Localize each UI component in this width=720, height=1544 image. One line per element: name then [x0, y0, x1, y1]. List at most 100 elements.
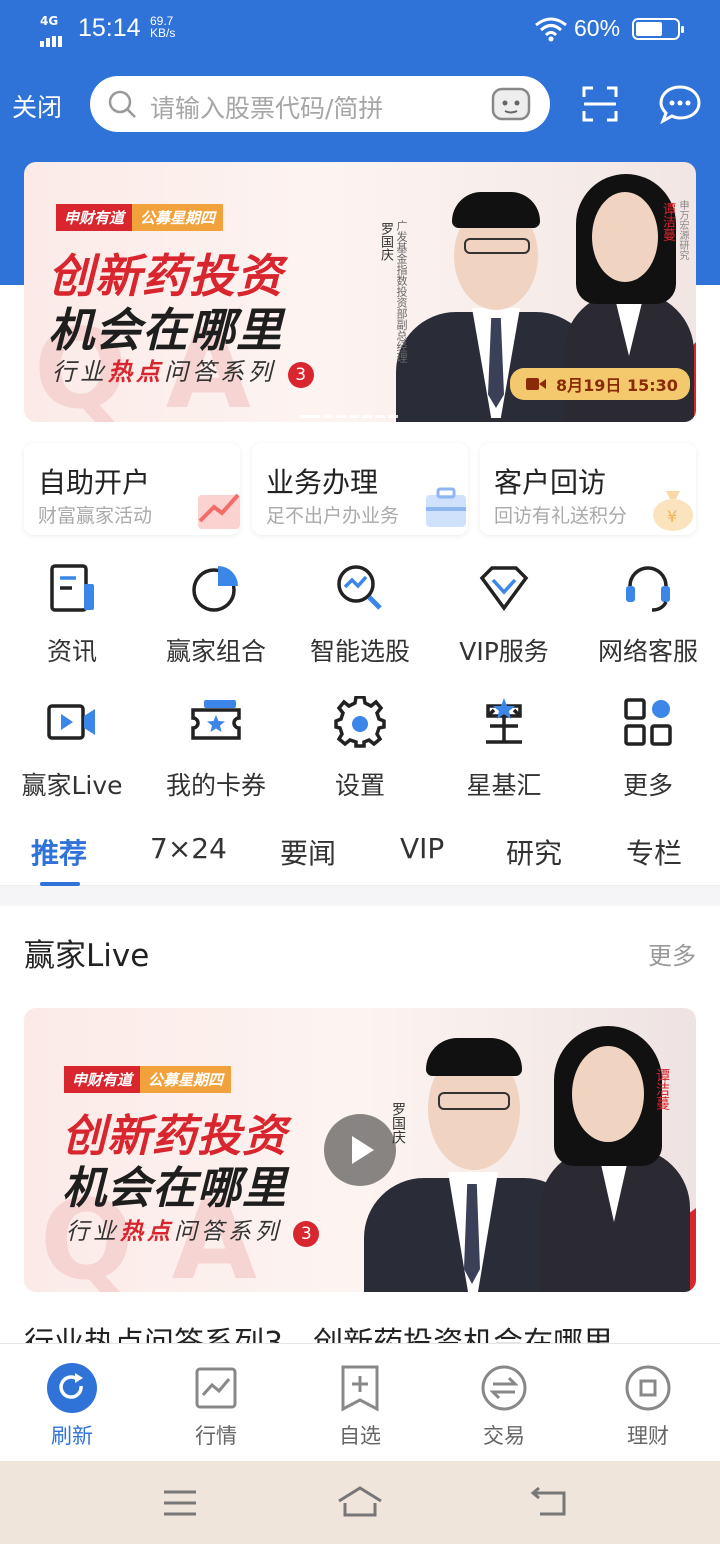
feature-pie-chart[interactable]: 赢家组合: [144, 562, 288, 682]
feature-label: 赢家组合: [165, 637, 266, 666]
feature-label: 赢家Live: [21, 771, 123, 800]
tab-research[interactable]: 研究: [506, 832, 562, 872]
nav-label: 交易: [483, 1424, 525, 1448]
refresh-icon: [47, 1363, 97, 1413]
banner-tag-2: 公募星期四: [132, 204, 224, 231]
feature-vip-diamond[interactable]: VIP服务: [432, 562, 576, 682]
gear-icon: [334, 695, 386, 748]
more-grid-icon: [622, 696, 674, 748]
thumbnail-sub-a: 行业: [66, 1219, 120, 1245]
speed-unit: KB/s: [150, 26, 176, 40]
market-chart-icon: [195, 1367, 237, 1409]
thumbnail-tag-1: 申财有道: [64, 1066, 141, 1093]
feature-label: 我的卡券: [165, 771, 266, 800]
clock: 15:14: [78, 14, 141, 42]
system-navigation-bar: [0, 1461, 720, 1544]
star-fund-icon: [478, 696, 530, 748]
nav-label: 自选: [339, 1424, 381, 1448]
service-subtitle: 财富赢家活动: [38, 505, 153, 527]
banner-subtitle: 行业热点问答系列 3: [52, 352, 314, 388]
back-icon[interactable]: [530, 1487, 568, 1517]
service-card-open-account[interactable]: 自助开户 财富赢家活动: [24, 443, 240, 535]
host-1-name: 罗国庆: [378, 222, 393, 261]
news-icon: [46, 562, 98, 614]
service-title: 客户回访: [494, 466, 607, 499]
live-date-badge: 8月19日 15:30: [510, 368, 690, 400]
thumbnail-tags: 申财有道 公募星期四: [64, 1066, 232, 1093]
thumbnail-tag-2: 公募星期四: [140, 1066, 232, 1093]
banner-tags: 申财有道 公募星期四: [56, 204, 224, 231]
close-button[interactable]: 关闭: [12, 88, 62, 124]
play-icon[interactable]: [324, 1114, 396, 1186]
menu-icon[interactable]: [162, 1489, 198, 1517]
carousel-dot: [388, 415, 398, 418]
section-title: 赢家Live: [24, 938, 150, 974]
series-number-badge: 3: [287, 362, 314, 388]
tab-headlines[interactable]: 要闻: [280, 832, 336, 872]
add-watchlist-icon: [341, 1365, 379, 1412]
camera-icon: [526, 378, 546, 390]
service-card-callback[interactable]: 客户回访 回访有礼送积分 ¥: [480, 443, 696, 535]
tab-vip[interactable]: VIP: [400, 832, 444, 865]
carousel-dot: [375, 415, 385, 418]
home-icon[interactable]: [336, 1485, 384, 1519]
feature-more-grid[interactable]: 更多: [576, 696, 720, 816]
network-type: 4G: [40, 14, 59, 28]
service-card-business[interactable]: 业务办理 足不出户办业务: [252, 443, 468, 535]
battery-icon: [632, 18, 684, 40]
feature-label: 智能选股: [309, 637, 410, 666]
status-bar: 4G 15:14 69.7 KB/s 60%: [0, 0, 720, 58]
vip-diamond-icon: [478, 562, 530, 614]
host-2-title: 申万宏源研究: [677, 200, 688, 260]
wifi-icon: [534, 16, 568, 46]
feature-video[interactable]: 赢家Live: [0, 696, 144, 816]
carousel-dot: [323, 415, 333, 418]
feature-label: 设置: [334, 771, 385, 800]
carousel-dot: [362, 415, 372, 418]
nav-watchlist[interactable]: 自选: [300, 1362, 420, 1450]
active-tab-indicator: [40, 882, 80, 886]
banner-tag-1: 申财有道: [56, 204, 133, 231]
video-icon: [46, 696, 98, 748]
search-input[interactable]: 请输入股票代码/简拼: [90, 76, 550, 132]
host-2-name: 谭洁蔓: [660, 202, 675, 241]
feature-gear[interactable]: 设置: [288, 695, 432, 816]
carousel-indicator: [300, 403, 401, 422]
more-link[interactable]: 更多: [648, 936, 696, 971]
feature-smart-pick[interactable]: 智能选股: [288, 562, 432, 682]
tab-recommend[interactable]: 推荐: [31, 832, 87, 872]
feature-label: 星基汇: [466, 771, 542, 800]
carousel-dot: [349, 415, 359, 418]
feature-label: 网络客服: [597, 637, 698, 666]
nav-refresh[interactable]: 刷新: [12, 1362, 132, 1450]
nav-trade[interactable]: 交易: [444, 1362, 564, 1450]
service-subtitle: 足不出户办业务: [266, 505, 400, 527]
voice-assistant-icon[interactable]: [490, 86, 532, 126]
money-bag-icon: ¥: [653, 491, 693, 531]
thumbnail-subtitle: 行业热点问答系列 3: [66, 1212, 320, 1247]
banner-headline-2: 机会在哪里: [48, 303, 283, 357]
search-placeholder: 请输入股票代码/简拼: [150, 94, 384, 123]
feature-ticket[interactable]: 我的卡券: [144, 696, 288, 816]
smart-pick-icon: [334, 562, 386, 614]
carousel-dot: [300, 415, 320, 418]
scan-icon[interactable]: [582, 86, 618, 126]
app-screen: 4G 15:14 69.7KB/s 60% 关闭 请输入股票代码/简拼 Q A: [0, 0, 720, 1544]
bottom-navigation: 刷新 行情 自选 交易 理财: [0, 1343, 720, 1461]
nav-market[interactable]: 行情: [156, 1362, 276, 1450]
network-speed: 69.7 KB/s: [150, 15, 175, 39]
news-tabs: 推荐 7×24 要闻 VIP 研究 专栏: [0, 806, 720, 886]
svg-text:¥: ¥: [667, 507, 677, 526]
feature-label: VIP服务: [459, 637, 549, 666]
feature-headset[interactable]: 网络客服: [576, 562, 720, 682]
feature-news[interactable]: 资讯: [0, 562, 144, 682]
feature-star-fund[interactable]: 星基汇: [432, 696, 576, 816]
tab-7x24[interactable]: 7×24: [150, 832, 227, 865]
feature-label: 资讯: [46, 637, 97, 666]
live-video-thumbnail[interactable]: Q A 申财有道 公募星期四 创新药投资 机会在哪里 行业热点问答系列 3 罗国…: [24, 1008, 696, 1292]
nav-wealth[interactable]: 理财: [588, 1362, 708, 1450]
promo-banner[interactable]: Q A 申财有道 公募星期四 创新药投资 机会在哪里 行业热点问答系列 3 罗国庆…: [24, 162, 696, 422]
message-icon[interactable]: [658, 84, 702, 128]
thumbnail-series-badge: 3: [293, 1221, 320, 1247]
tab-column[interactable]: 专栏: [626, 832, 682, 872]
